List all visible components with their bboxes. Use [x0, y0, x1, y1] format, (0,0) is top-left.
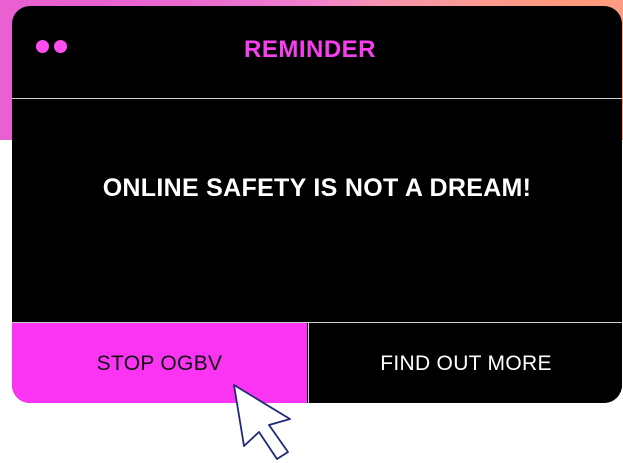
dialog-title-bar: REMINDER [12, 6, 622, 99]
dialog-button-row: STOP OGBV FIND OUT MORE [12, 322, 622, 403]
dialog-title: REMINDER [243, 36, 376, 63]
reminder-dialog: REMINDER ONLINE SAFETY IS NOT A DREAM! S… [12, 6, 622, 403]
dialog-message: ONLINE SAFETY IS NOT A DREAM! [102, 174, 532, 202]
find-out-more-button[interactable]: FIND OUT MORE [308, 323, 622, 403]
mouse-pointer-icon [233, 384, 291, 460]
